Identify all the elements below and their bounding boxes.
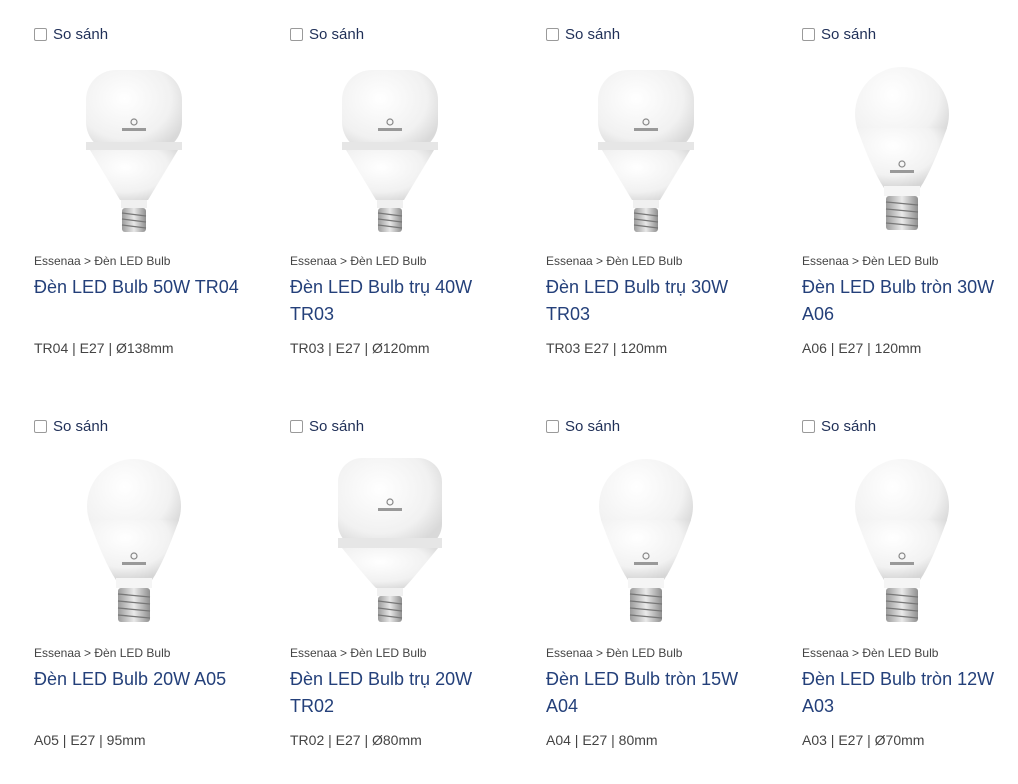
breadcrumb[interactable]: Essenaa > Đèn LED Bulb (802, 646, 938, 660)
compare-checkbox[interactable] (802, 27, 815, 41)
breadcrumb[interactable]: Essenaa > Đèn LED Bulb (546, 646, 682, 660)
product-specs: TR04 | E27 | Ø138mm (34, 340, 174, 356)
product-image[interactable] (546, 60, 746, 240)
compare-toggle[interactable]: So sánh (802, 414, 876, 438)
a-bulb-icon (599, 459, 693, 622)
product-image[interactable] (546, 452, 746, 632)
tr-bulb-icon (86, 70, 182, 232)
product-image[interactable] (34, 60, 234, 240)
compare-label[interactable]: So sánh (309, 26, 364, 43)
product-grid: So sánh Essenaa > Đèn LED Bulb Đèn LED B… (0, 0, 1018, 784)
product-card[interactable]: So sánh Essenaa > Đèn LED Bulb Đèn LED B… (290, 414, 520, 784)
compare-toggle[interactable]: So sánh (546, 414, 620, 438)
product-title[interactable]: Đèn LED Bulb trụ 30W TR03 (546, 274, 761, 328)
a-bulb-icon (855, 67, 949, 230)
compare-toggle[interactable]: So sánh (802, 22, 876, 46)
product-specs: TR03 | E27 | Ø120mm (290, 340, 430, 356)
breadcrumb[interactable]: Essenaa > Đèn LED Bulb (34, 254, 170, 268)
product-specs: A06 | E27 | 120mm (802, 340, 922, 356)
product-specs: A03 | E27 | Ø70mm (802, 732, 925, 748)
compare-label[interactable]: So sánh (821, 26, 876, 43)
product-card[interactable]: So sánh Essenaa > Đèn LED Bulb Đèn LED B… (802, 22, 1018, 392)
compare-toggle[interactable]: So sánh (34, 22, 108, 46)
compare-toggle[interactable]: So sánh (290, 414, 364, 438)
tr-bulb-icon (598, 70, 694, 232)
compare-toggle[interactable]: So sánh (290, 22, 364, 46)
compare-checkbox[interactable] (290, 419, 303, 433)
compare-toggle[interactable]: So sánh (546, 22, 620, 46)
product-title[interactable]: Đèn LED Bulb tròn 30W A06 (802, 274, 1017, 328)
product-title[interactable]: Đèn LED Bulb trụ 20W TR02 (290, 666, 505, 720)
compare-label[interactable]: So sánh (53, 26, 108, 43)
product-title[interactable]: Đèn LED Bulb trụ 40W TR03 (290, 274, 505, 328)
product-specs: TR03 E27 | 120mm (546, 340, 668, 356)
product-title[interactable]: Đèn LED Bulb tròn 12W A03 (802, 666, 1017, 720)
compare-label[interactable]: So sánh (53, 418, 108, 435)
product-card[interactable]: So sánh Essenaa > Đèn LED Bulb Đèn LED B… (290, 22, 520, 392)
product-card[interactable]: So sánh Essenaa > Đèn LED Bulb Đèn LED B… (546, 414, 776, 784)
compare-checkbox[interactable] (546, 27, 559, 41)
a-bulb-icon (87, 459, 181, 622)
compare-checkbox[interactable] (546, 419, 559, 433)
product-card[interactable]: So sánh Essenaa > Đèn LED Bulb Đèn LED B… (34, 414, 264, 784)
tr-bulb-icon (338, 458, 442, 622)
compare-toggle[interactable]: So sánh (34, 414, 108, 438)
compare-label[interactable]: So sánh (821, 418, 876, 435)
breadcrumb[interactable]: Essenaa > Đèn LED Bulb (290, 646, 426, 660)
compare-checkbox[interactable] (34, 27, 47, 41)
product-image[interactable] (290, 452, 490, 632)
product-image[interactable] (34, 452, 234, 632)
product-specs: A05 | E27 | 95mm (34, 732, 146, 748)
a-bulb-icon (855, 459, 949, 622)
breadcrumb[interactable]: Essenaa > Đèn LED Bulb (546, 254, 682, 268)
product-image[interactable] (802, 452, 1002, 632)
compare-checkbox[interactable] (802, 419, 815, 433)
compare-label[interactable]: So sánh (565, 26, 620, 43)
breadcrumb[interactable]: Essenaa > Đèn LED Bulb (290, 254, 426, 268)
compare-label[interactable]: So sánh (565, 418, 620, 435)
product-card[interactable]: So sánh Essenaa > Đèn LED Bulb Đèn LED B… (546, 22, 776, 392)
tr-bulb-icon (342, 70, 438, 232)
product-title[interactable]: Đèn LED Bulb tròn 15W A04 (546, 666, 761, 720)
product-card[interactable]: So sánh Essenaa > Đèn LED Bulb Đèn LED B… (34, 22, 264, 392)
compare-checkbox[interactable] (290, 27, 303, 41)
product-image[interactable] (802, 60, 1002, 240)
product-title[interactable]: Đèn LED Bulb 20W A05 (34, 666, 249, 693)
product-title[interactable]: Đèn LED Bulb 50W TR04 (34, 274, 249, 301)
product-image[interactable] (290, 60, 490, 240)
breadcrumb[interactable]: Essenaa > Đèn LED Bulb (34, 646, 170, 660)
product-specs: A04 | E27 | 80mm (546, 732, 658, 748)
compare-label[interactable]: So sánh (309, 418, 364, 435)
compare-checkbox[interactable] (34, 419, 47, 433)
product-card[interactable]: So sánh Essenaa > Đèn LED Bulb Đèn LED B… (802, 414, 1018, 784)
breadcrumb[interactable]: Essenaa > Đèn LED Bulb (802, 254, 938, 268)
product-specs: TR02 | E27 | Ø80mm (290, 732, 422, 748)
